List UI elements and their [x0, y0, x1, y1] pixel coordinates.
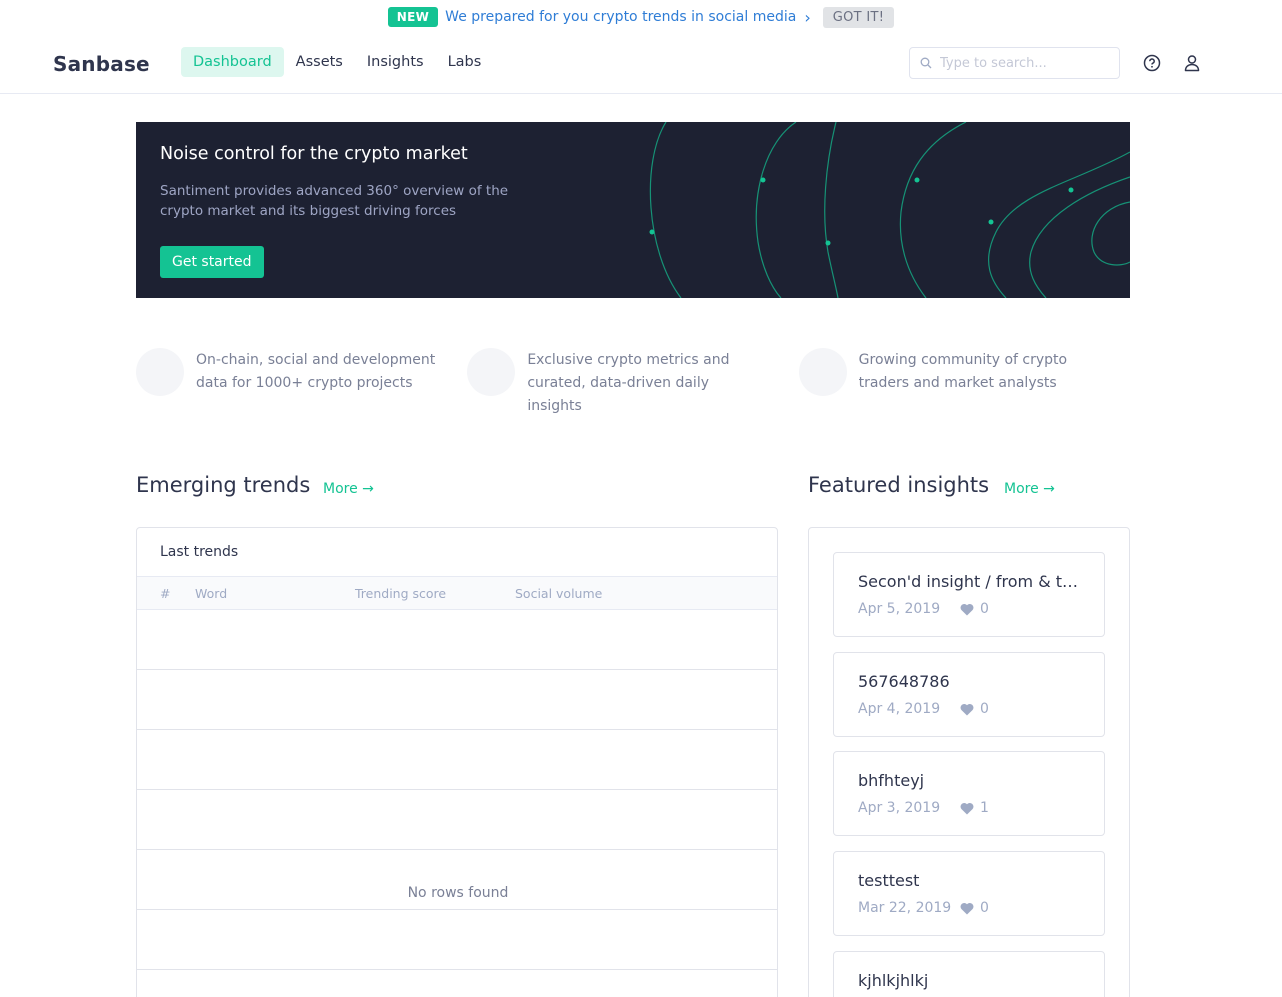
insight-card[interactable]: bhfhteyj Apr 3, 2019 1	[833, 751, 1105, 836]
insight-title[interactable]: 567648786	[858, 672, 1082, 691]
nav-dashboard[interactable]: Dashboard	[181, 47, 284, 77]
insight-card[interactable]: Secon'd insight / from & tre... Apr 5, 2…	[833, 552, 1105, 637]
new-badge: NEW	[387, 7, 439, 27]
nav-labs[interactable]: Labs	[436, 47, 494, 77]
heart-icon[interactable]	[960, 603, 974, 616]
feature-item: Exclusive crypto metrics and curated, da…	[467, 348, 798, 418]
insight-likes: 1	[980, 800, 989, 816]
no-rows-message: No rows found	[391, 883, 525, 903]
column-header-index[interactable]: #	[160, 586, 170, 601]
insight-likes: 0	[980, 900, 989, 916]
chevron-right-icon[interactable]: ›	[804, 8, 810, 27]
feature-item: On-chain, social and development data fo…	[136, 348, 467, 418]
announcement-bar: NEW We prepared for you crypto trends in…	[0, 0, 1282, 34]
search-input[interactable]	[940, 55, 1100, 71]
hero-banner: Noise control for the crypto market Sant…	[136, 122, 1130, 298]
logo[interactable]: Sanbase	[53, 52, 150, 76]
feature-icon	[136, 348, 184, 396]
emerging-trends-title: Emerging trends	[136, 473, 311, 497]
insights-more-link[interactable]: More →	[1004, 481, 1055, 497]
feature-text: On-chain, social and development data fo…	[196, 352, 436, 391]
insight-likes: 0	[980, 601, 989, 617]
heart-icon[interactable]	[960, 802, 974, 815]
header: Sanbase Dashboard Assets Insights Labs	[0, 34, 1282, 94]
insight-likes: 0	[980, 701, 989, 717]
hero-title: Noise control for the crypto market	[160, 144, 468, 164]
column-header-social-volume[interactable]: Social volume	[515, 586, 602, 601]
user-icon[interactable]	[1182, 53, 1202, 73]
announcement-link[interactable]: We prepared for you crypto trends in soc…	[445, 9, 796, 25]
search-box[interactable]	[909, 47, 1120, 79]
insight-card[interactable]: testtest Mar 22, 2019 0	[833, 851, 1105, 936]
feature-icon	[467, 348, 516, 396]
table-row	[137, 970, 777, 997]
insight-card[interactable]: kjhlkjhlkj	[833, 951, 1105, 997]
insights-panel: Secon'd insight / from & tre... Apr 5, 2…	[808, 527, 1130, 997]
insight-title[interactable]: bhfhteyj	[858, 771, 1082, 790]
nav-assets[interactable]: Assets	[284, 47, 355, 77]
table-row	[137, 730, 777, 790]
main-nav: Dashboard Assets Insights Labs	[181, 47, 493, 77]
insight-date: Mar 22, 2019	[858, 900, 952, 916]
insight-date: Apr 5, 2019	[858, 601, 941, 617]
trends-table: Last trends # Word Trending score Social…	[136, 527, 778, 997]
get-started-button[interactable]: Get started	[160, 246, 264, 278]
insight-title[interactable]: kjhlkjhlkj	[858, 971, 1082, 990]
nav-insights[interactable]: Insights	[355, 47, 436, 77]
table-row	[137, 670, 777, 730]
table-row	[137, 790, 777, 850]
insight-title[interactable]: testtest	[858, 871, 1082, 890]
insight-card[interactable]: 567648786 Apr 4, 2019 0	[833, 652, 1105, 737]
column-header-word[interactable]: Word	[195, 586, 227, 601]
help-icon[interactable]	[1142, 53, 1162, 73]
feature-text: Growing community of crypto traders and …	[858, 352, 1068, 391]
table-row	[137, 610, 777, 670]
table-row	[137, 910, 777, 970]
insight-date: Apr 4, 2019	[858, 701, 941, 717]
trends-more-link[interactable]: More →	[323, 481, 374, 497]
search-icon	[920, 57, 932, 69]
hero-description: Santiment provides advanced 360° overvie…	[160, 183, 509, 219]
got-it-button[interactable]: GOT IT!	[822, 6, 895, 28]
featured-insights-title: Featured insights	[808, 473, 990, 497]
feature-text: Exclusive crypto metrics and curated, da…	[527, 352, 730, 414]
trends-caption: Last trends	[137, 528, 777, 577]
heart-icon[interactable]	[960, 703, 974, 716]
trends-table-header: # Word Trending score Social volume	[137, 577, 777, 610]
insight-date: Apr 3, 2019	[858, 800, 941, 816]
feature-icon	[798, 348, 847, 396]
features-row: On-chain, social and development data fo…	[136, 348, 1130, 418]
insight-title[interactable]: Secon'd insight / from & tre...	[858, 572, 1082, 591]
heart-icon[interactable]	[960, 902, 974, 915]
column-header-trending-score[interactable]: Trending score	[355, 586, 446, 601]
feature-item: Growing community of crypto traders and …	[798, 348, 1130, 418]
